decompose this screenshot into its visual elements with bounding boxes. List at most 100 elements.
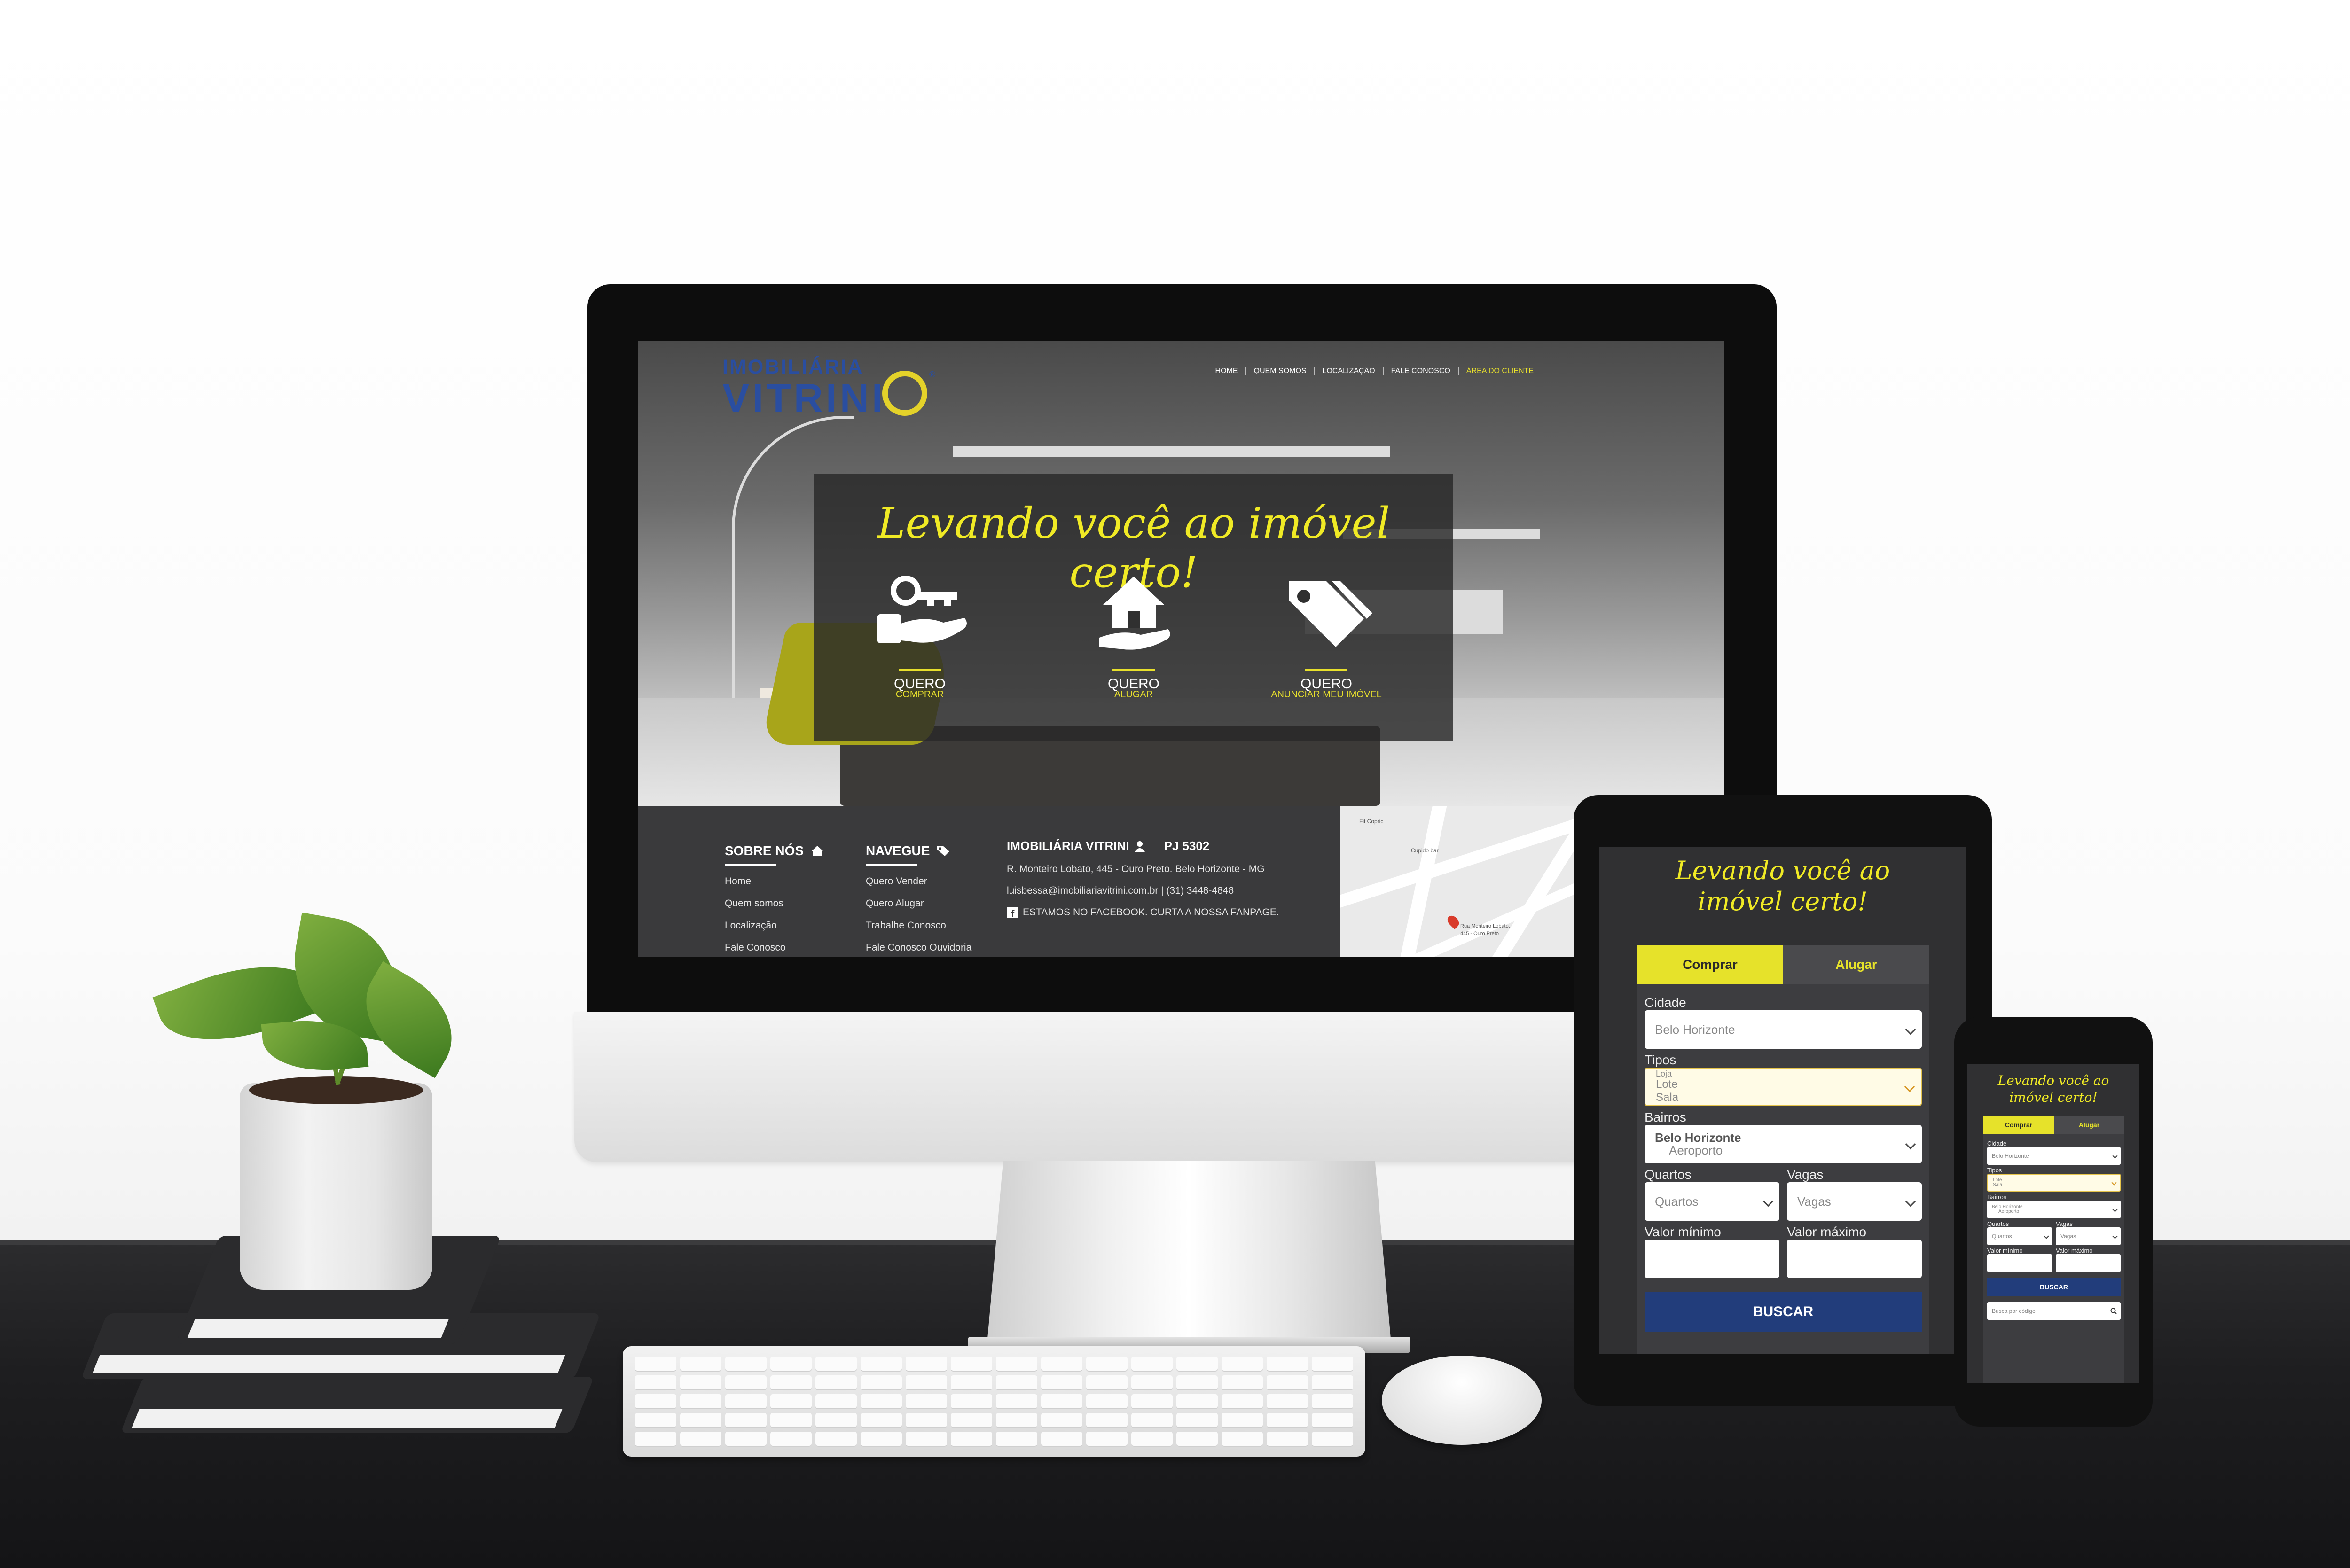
chevron-down-icon (2112, 1207, 2118, 1212)
valor-maximo-label: Valor máximo (1787, 1225, 1867, 1239)
keyboard-key (1267, 1375, 1308, 1390)
nav-area-do-cliente[interactable]: ÁREA DO CLIENTE (1457, 367, 1541, 375)
tab-comprar[interactable]: Comprar (1637, 945, 1783, 984)
cidade-label: Cidade (1987, 1140, 2007, 1147)
quero-comprar-button[interactable]: QUERO COMPRAR (854, 572, 986, 713)
quartos-select[interactable]: Quartos (1987, 1227, 2052, 1245)
tablet-headline-line2: imóvel certo! (1698, 887, 1868, 916)
keyboard-key (861, 1357, 902, 1372)
keyboard-key (725, 1357, 767, 1372)
chevron-down-icon (1904, 1081, 1915, 1092)
keyboard-key (1041, 1413, 1082, 1428)
nav-quem-somos[interactable]: QUEM SOMOS (1245, 367, 1314, 375)
footer-link-home[interactable]: Home (725, 870, 824, 892)
main-nav: HOME QUEM SOMOS LOCALIZAÇÃO FALE CONOSCO… (1208, 367, 1541, 375)
footer-link-trabalhe-conosco[interactable]: Trabalhe Conosco (866, 914, 971, 936)
cidade-select[interactable]: Belo Horizonte (1645, 1010, 1922, 1049)
keyboard-key (1312, 1375, 1353, 1390)
nav-home[interactable]: HOME (1208, 367, 1246, 375)
tipos-select[interactable]: Loja Lote Sala (1645, 1068, 1922, 1106)
footer-link-ouvidoria[interactable]: Fale Conosco Ouvidoria (866, 936, 971, 957)
notebook-pages (132, 1409, 563, 1428)
vitrini-logo[interactable]: IMOBILIÁRIA VITRINI ® (722, 351, 935, 421)
keyboard-key (1176, 1357, 1218, 1372)
bairros-options: Belo Horizonte Aeroporto (1655, 1131, 1741, 1157)
keyboard-key (906, 1357, 947, 1372)
bairros-select[interactable]: Belo Horizonte Aeroporto (1645, 1125, 1922, 1163)
keyboard-key (1086, 1432, 1128, 1447)
footer-link-fale-conosco[interactable]: Fale Conosco (725, 936, 824, 957)
keyboard-key (1312, 1432, 1353, 1447)
keyboard-key (1131, 1432, 1173, 1447)
keyboard-key (1131, 1413, 1173, 1428)
desktop-website: IMOBILIÁRIA VITRINI ® HOME QUEM SOMOS LO… (638, 341, 1724, 957)
footer-heading-text: NAVEGUE (866, 843, 930, 858)
tab-comprar[interactable]: Comprar (1983, 1116, 2054, 1134)
buscar-button[interactable]: BUSCAR (1645, 1292, 1922, 1332)
keyboard-key (815, 1375, 857, 1390)
company-name: IMOBILIÁRIA VITRINI (1007, 839, 1129, 853)
tipos-options: Loja Lote Sala (1656, 1069, 1678, 1104)
tipos-select[interactable]: Lote Sala (1987, 1174, 2121, 1192)
footer-link-quero-alugar[interactable]: Quero Alugar (866, 892, 971, 914)
keyboard-key (951, 1413, 992, 1428)
tablet-search-form: Comprar Alugar Cidade Belo Horizonte Tip… (1637, 945, 1929, 1354)
keyboard-key (635, 1413, 676, 1428)
keyboard-key (906, 1375, 947, 1390)
footer-link-localizacao[interactable]: Localização (725, 914, 824, 936)
keyboard-key (861, 1432, 902, 1447)
keyboard-key (635, 1375, 676, 1390)
keyboard-key (680, 1357, 721, 1372)
map-address-line1: Rua Monteiro Lobato, (1460, 923, 1510, 929)
valor-maximo-input[interactable] (1787, 1240, 1922, 1278)
tipos-options: Lote Sala (1993, 1178, 2002, 1188)
action-underline (899, 669, 941, 671)
valor-minimo-input[interactable] (1645, 1240, 1779, 1278)
footer-link-quem-somos[interactable]: Quem somos (725, 892, 824, 914)
keyboard-key (1176, 1413, 1218, 1428)
valor-minimo-input[interactable] (1987, 1254, 2052, 1272)
company-contact[interactable]: luisbessa@imobiliariavitrini.com.br | (3… (1007, 885, 1308, 897)
valor-minimo-label: Valor mínimo (1987, 1247, 2023, 1254)
tab-alugar[interactable]: Alugar (2054, 1116, 2124, 1134)
keyboard-key (906, 1394, 947, 1409)
vagas-select[interactable]: Vagas (2056, 1227, 2121, 1245)
facebook-link[interactable]: ESTAMOS NO FACEBOOK. CURTA A NOSSA FANPA… (1007, 907, 1308, 918)
vagas-select[interactable]: Vagas (1787, 1182, 1922, 1221)
cidade-label: Cidade (1645, 995, 1686, 1010)
cidade-select[interactable]: Belo Horizonte (1987, 1147, 2121, 1165)
keyboard-key (635, 1432, 676, 1447)
buscar-button[interactable]: BUSCAR (1987, 1278, 2121, 1296)
bairros-label: Bairros (1645, 1110, 1686, 1124)
bairros-select[interactable]: Belo Horizonte Aeroporto (1987, 1201, 2121, 1218)
notebook-pages (92, 1355, 565, 1373)
action-underline (1305, 669, 1347, 671)
keyboard-key (815, 1413, 857, 1428)
valor-maximo-input[interactable] (2056, 1254, 2121, 1272)
nav-fale-conosco[interactable]: FALE CONOSCO (1382, 367, 1458, 375)
action-line2: ANUNCIAR MEU IMÓVEL (1271, 689, 1382, 700)
quartos-label: Quartos (1645, 1167, 1692, 1182)
logo-registered: ® (929, 370, 936, 379)
keyboard-key (1222, 1375, 1263, 1390)
keyboard-key (725, 1413, 767, 1428)
tab-alugar[interactable]: Alugar (1783, 945, 1929, 984)
map-place: Cupido bar (1411, 847, 1439, 854)
keyboard-key (1041, 1375, 1082, 1390)
footer-sobre-nos: SOBRE NÓS Home Quem somos Localização Fa… (725, 843, 824, 957)
footer-link-quero-vender[interactable]: Quero Vender (866, 870, 971, 892)
keyboard-key (815, 1357, 857, 1372)
quero-anunciar-button[interactable]: QUERO ANUNCIAR MEU IMÓVEL (1246, 572, 1406, 713)
phone-headline: Levando você ao imóvel certo! (1967, 1072, 2139, 1106)
site-footer: SOBRE NÓS Home Quem somos Localização Fa… (638, 806, 1724, 957)
busca-por-codigo-input[interactable]: Busca por código (1987, 1302, 2121, 1320)
footer-rule (866, 864, 917, 866)
keyboard-key (906, 1413, 947, 1428)
keyboard-key (1176, 1394, 1218, 1409)
quero-alugar-button[interactable]: QUERO ALUGAR (1068, 572, 1199, 713)
quartos-select[interactable]: Quartos (1645, 1182, 1779, 1221)
nav-localizacao[interactable]: LOCALIZAÇÃO (1314, 367, 1383, 375)
tipos-label: Tipos (1987, 1167, 2002, 1174)
chevron-down-icon (1762, 1196, 1774, 1207)
chevron-down-icon (2112, 1153, 2118, 1159)
